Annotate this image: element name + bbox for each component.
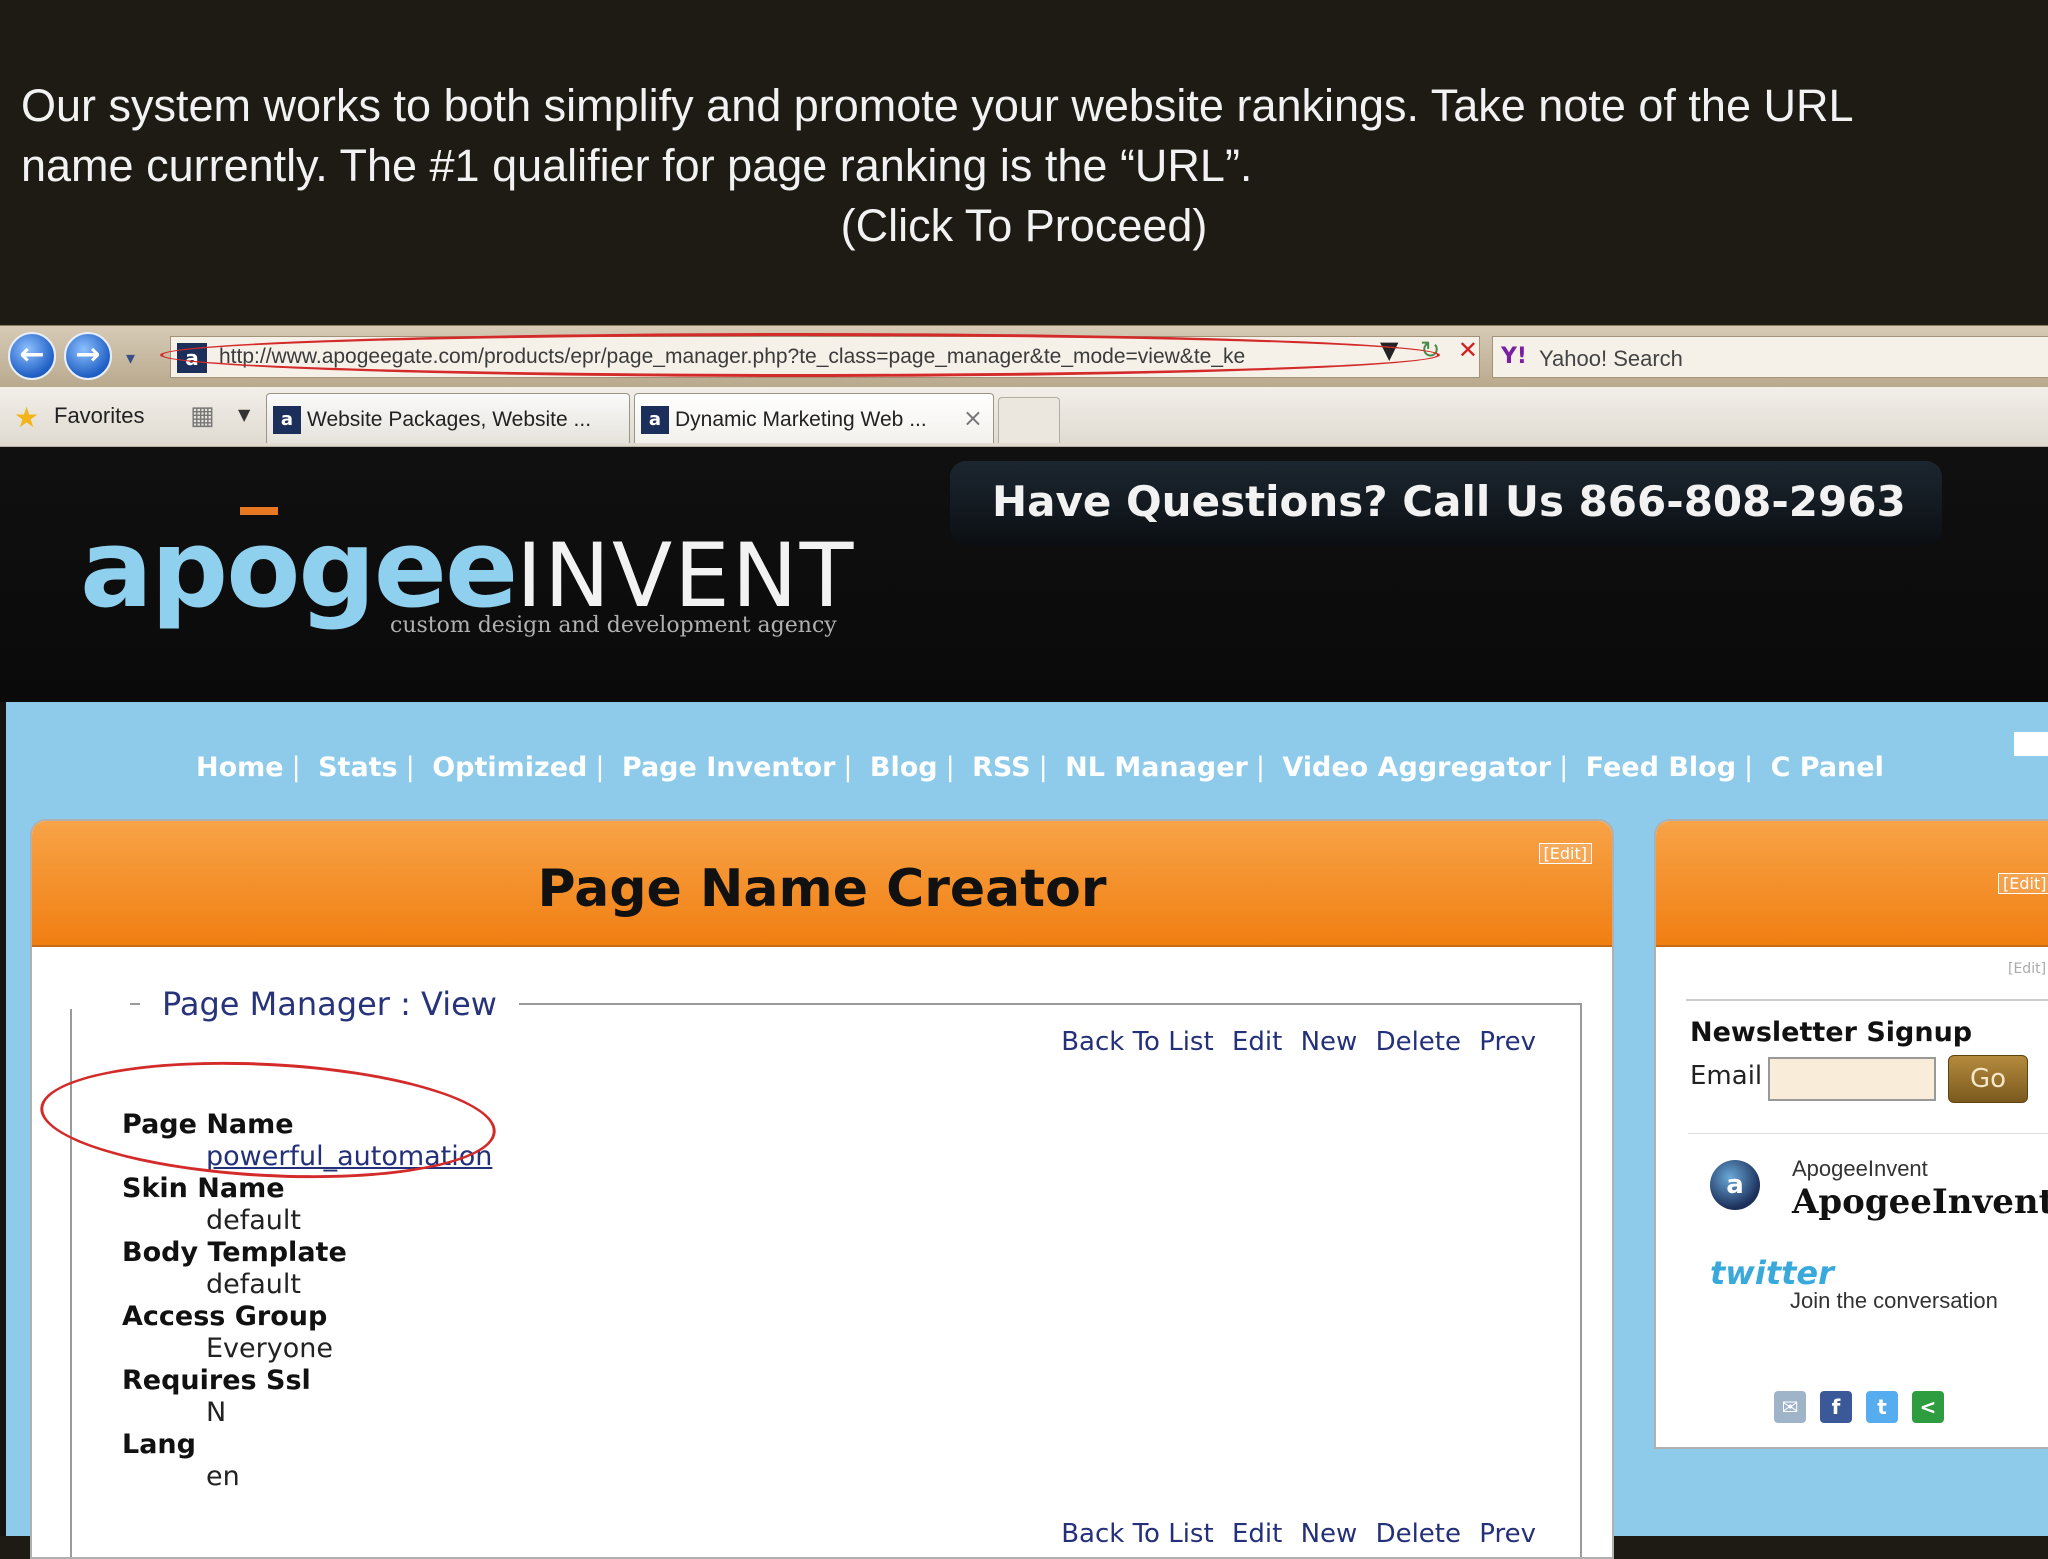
nav-blog[interactable]: Blog [870, 752, 938, 783]
page-title: Page Name Creator [537, 859, 1107, 919]
fieldset-legend: Page Manager : View [140, 985, 519, 1023]
new-record-link[interactable]: New [1301, 1519, 1358, 1549]
prev-record-link[interactable]: Prev [1479, 1519, 1536, 1549]
newsletter-title: Newsletter Signup [1690, 1017, 1973, 1048]
url-highlight-ellipse [160, 333, 1440, 377]
fieldset-gap [70, 1001, 130, 1009]
phone-banner-text: Have Questions? Call Us 866-808-2963 [992, 477, 1906, 526]
nav-video-aggregator[interactable]: Video Aggregator [1282, 752, 1551, 783]
field-value-requires-ssl: N [206, 1397, 227, 1428]
phone-banner: Have Questions? Call Us 866-808-2963 [950, 461, 1942, 545]
quick-tabs-icon[interactable]: ▦ [190, 401, 215, 431]
favorites-star-icon[interactable]: ★ [14, 401, 39, 434]
close-tab-icon[interactable]: × [963, 404, 983, 432]
new-record-link[interactable]: New [1301, 1027, 1358, 1057]
nav-separator: | [945, 752, 955, 783]
email-label: Email [1690, 1061, 1763, 1091]
field-label-access-group: Access Group [122, 1301, 328, 1332]
nav-separator: | [291, 752, 301, 783]
go-button[interactable]: Go [1948, 1055, 2028, 1103]
twitter-tagline: Join the conversation [1790, 1288, 1998, 1313]
site-logo[interactable]: apogeeINVENT [80, 507, 856, 632]
newsletter-divider [1686, 999, 2048, 1001]
search-input[interactable]: Y! Yahoo! Search [1492, 336, 2048, 378]
new-tab-button[interactable] [998, 397, 1060, 443]
main-panel-header: Page Name Creator [Edit] [32, 821, 1612, 947]
prev-record-link[interactable]: Prev [1479, 1027, 1536, 1057]
edit-record-link[interactable]: Edit [1232, 1027, 1282, 1057]
nav-separator: | [843, 752, 853, 783]
nav-separator: | [1744, 752, 1754, 783]
tab-dynamic-marketing[interactable]: a Dynamic Marketing Web ... × [634, 393, 994, 443]
sidebar-edit-link[interactable]: [Edit] [1998, 873, 2048, 894]
sidebar-header: [Edit] [1656, 821, 2048, 947]
slide-caption: Our system works to both simplify and pr… [0, 0, 2048, 325]
tab-label: Dynamic Marketing Web ... [675, 408, 927, 431]
sidebar-edit-link-2[interactable]: [Edit] [2008, 961, 2046, 977]
nav-edge-tab [2014, 732, 2048, 756]
main-panel: Page Name Creator [Edit] Page Manager : … [30, 819, 1614, 1559]
delete-record-link[interactable]: Delete [1376, 1519, 1461, 1549]
twitter-name[interactable]: ApogeeInvent [1792, 1182, 2048, 1222]
record-actions-bottom: Back To List Edit New Delete Prev [1051, 1519, 1536, 1549]
caption-line-1: Our system works to both simplify and pr… [21, 80, 1854, 131]
nav-separator: | [405, 752, 415, 783]
nav-separator: | [1559, 752, 1569, 783]
tab-website-packages[interactable]: a Website Packages, Website ... [266, 393, 630, 443]
tab-favicon-icon: a [641, 406, 669, 434]
nav-stats[interactable]: Stats [318, 752, 398, 783]
field-value-access-group: Everyone [206, 1333, 333, 1364]
search-placeholder: Yahoo! Search [1539, 346, 1683, 371]
back-button[interactable]: ← [8, 332, 56, 380]
sidebar-panel: [Edit] [Edit] Newsletter Signup Email Go… [1654, 819, 2048, 1449]
field-label-requires-ssl: Requires Ssl [122, 1365, 311, 1396]
nav-optimized[interactable]: Optimized [432, 752, 587, 783]
nav-feed-blog[interactable]: Feed Blog [1586, 752, 1736, 783]
field-label-lang: Lang [122, 1429, 196, 1460]
record-actions-top: Back To List Edit New Delete Prev [1051, 1027, 1536, 1057]
stop-icon[interactable]: ✕ [1458, 336, 1478, 364]
edit-record-link[interactable]: Edit [1232, 1519, 1282, 1549]
email-field[interactable] [1768, 1057, 1936, 1101]
tab-label: Website Packages, Website ... [307, 408, 592, 431]
nav-rss[interactable]: RSS [972, 752, 1030, 783]
twitter-share-icon[interactable]: t [1866, 1391, 1898, 1423]
field-value-skin-name: default [206, 1205, 302, 1236]
twitter-handle[interactable]: ApogeeInvent [1792, 1156, 1928, 1182]
yahoo-icon: Y! [1501, 344, 1527, 369]
field-value-lang: en [206, 1461, 240, 1492]
logo-sub-text: INVENT [516, 524, 856, 627]
nav-nl-manager[interactable]: NL Manager [1065, 752, 1248, 783]
caption-proceed[interactable]: (Click To Proceed) [0, 196, 2048, 256]
main-nav: Home | Stats | Optimized | Page Inventor | B… [196, 752, 1884, 783]
nav-home[interactable]: Home [196, 752, 284, 783]
tab-list-dropdown-icon[interactable]: ▼ [238, 405, 250, 424]
site-header: apogeeINVENT custom design and developme… [0, 447, 2048, 702]
favorites-button[interactable]: Favorites [54, 403, 144, 429]
share-icon[interactable]: < [1912, 1391, 1944, 1423]
back-to-list-link[interactable]: Back To List [1061, 1027, 1213, 1057]
twitter-logo[interactable]: twitter [1710, 1254, 1834, 1292]
nav-page-inventor[interactable]: Page Inventor [622, 752, 836, 783]
site-tagline: custom design and development agency [390, 613, 837, 638]
caption-line-2: name currently. The #1 qualifier for pag… [21, 140, 1253, 191]
browser-tab-bar: ★ Favorites ▦ ▼ a Website Packages, Webs… [0, 387, 2048, 447]
field-value-body-template: default [206, 1269, 302, 1300]
tab-favicon-icon: a [273, 406, 301, 434]
social-share-icons: ✉ f t < [1774, 1391, 1958, 1423]
twitter-avatar[interactable]: a [1710, 1160, 1760, 1210]
forward-button[interactable]: → [64, 332, 112, 380]
nav-separator: | [1038, 752, 1048, 783]
back-to-list-link[interactable]: Back To List [1061, 1519, 1213, 1549]
delete-record-link[interactable]: Delete [1376, 1027, 1461, 1057]
email-share-icon[interactable]: ✉ [1774, 1391, 1806, 1423]
field-label-body-template: Body Template [122, 1237, 347, 1268]
nav-separator: | [595, 752, 605, 783]
twitter-widget: a ApogeeInvent ApogeeInvent twitter Join… [1688, 1133, 2048, 1343]
facebook-icon[interactable]: f [1820, 1391, 1852, 1423]
nav-separator: | [1255, 752, 1265, 783]
history-dropdown-icon[interactable]: ▾ [126, 348, 135, 369]
nav-c-panel[interactable]: C Panel [1771, 752, 1884, 783]
edit-link[interactable]: [Edit] [1538, 843, 1592, 864]
